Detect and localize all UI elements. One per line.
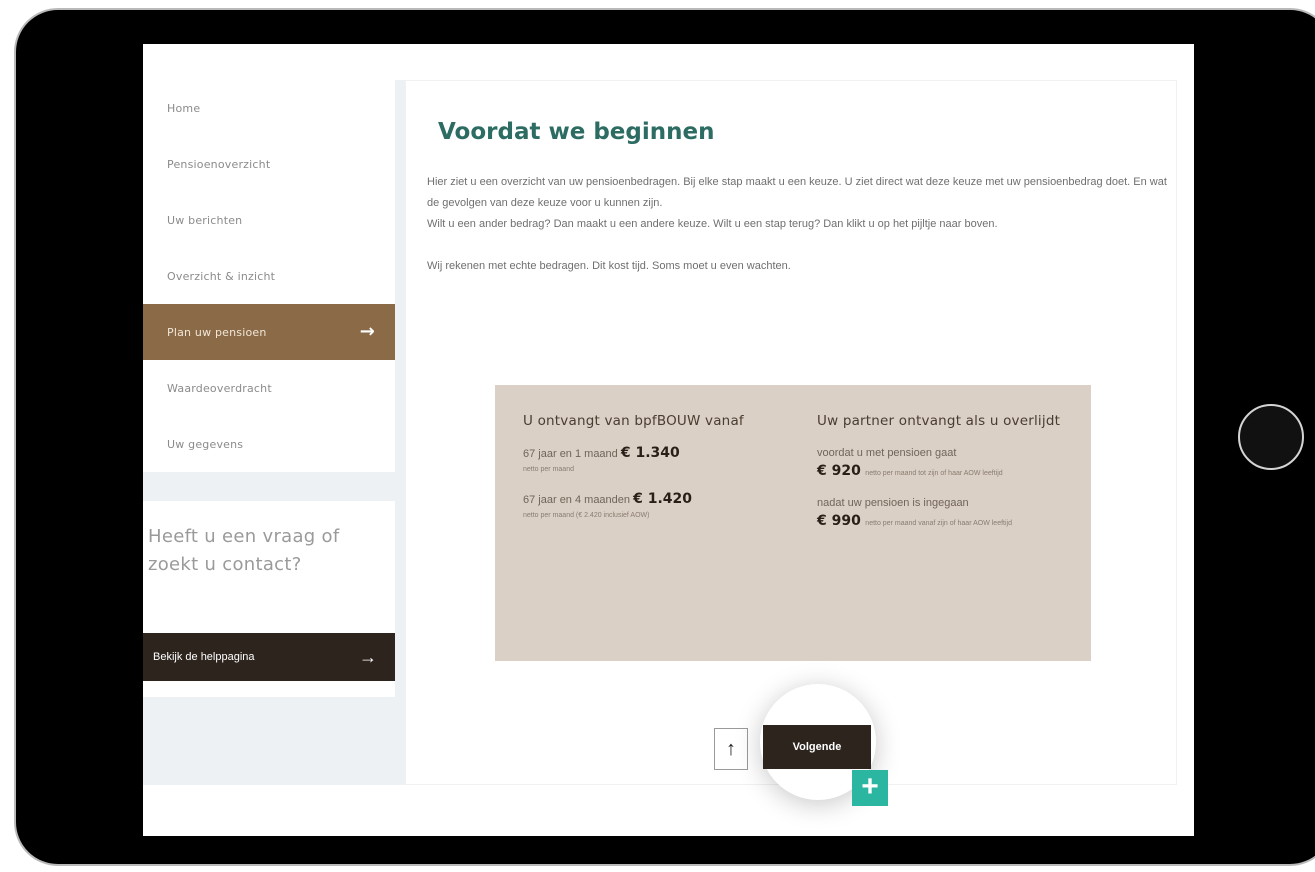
intro-paragraph: Wij rekenen met echte bedragen. Dit kost… — [427, 260, 791, 272]
pension-entry: nadat uw pensioen is ingegaan € 990 nett… — [817, 495, 1085, 531]
intro-text: Hier ziet u een overzicht van uw pensioe… — [427, 172, 1167, 277]
next-button-label: Volgende — [792, 741, 842, 753]
entry-line: € 990 netto per maand vanaf zijn of haar… — [817, 512, 1085, 531]
intro-paragraph: Wilt u een ander bedrag? Dan maakt u een… — [427, 218, 998, 230]
pension-entry: voordat u met pensioen gaat € 920 netto … — [817, 445, 1085, 481]
pension-entry: 67 jaar en 4 maanden € 1.420 netto per m… — [523, 491, 778, 523]
entry-amount: € 920 — [817, 463, 861, 479]
screen: Home Pensioenoverzicht Uw berichten Over… — [143, 44, 1194, 836]
entry-label: 67 jaar en 4 maanden — [523, 494, 631, 506]
sidebar-item-label: Plan uw pensioen — [167, 325, 267, 339]
sidebar-item-gegevens[interactable]: Uw gegevens — [143, 416, 395, 472]
plus-icon[interactable]: + — [852, 770, 888, 806]
entry-amount: € 1.420 — [633, 491, 692, 507]
pension-entry: 67 jaar en 1 maand € 1.340 netto per maa… — [523, 445, 778, 477]
back-up-button[interactable]: ↑ — [714, 728, 748, 770]
entry-line: 67 jaar en 4 maanden € 1.420 — [523, 491, 778, 509]
sidebar-item-label: Uw berichten — [167, 213, 243, 227]
help-page-button[interactable]: Bekijk de helppagina → — [143, 633, 395, 681]
entry-note: netto per maand (€ 2.420 inclusief AOW) — [523, 512, 650, 519]
arrow-right-icon: → — [359, 321, 375, 342]
sidebar-item-home[interactable]: Home — [143, 80, 395, 136]
sidebar-item-berichten[interactable]: Uw berichten — [143, 192, 395, 248]
entry-label: 67 jaar en 1 maand — [523, 448, 618, 460]
entry-note: netto per maand tot zijn of haar AOW lee… — [865, 470, 1003, 477]
entry-label: voordat u met pensioen gaat — [817, 447, 957, 459]
sidebar-item-label: Waardeoverdracht — [167, 381, 272, 395]
column-title: U ontvangt van bpfBOUW vanaf — [523, 413, 744, 429]
own-pension-column: U ontvangt van bpfBOUW vanaf 67 jaar en … — [523, 413, 778, 537]
pension-info-card: U ontvangt van bpfBOUW vanaf 67 jaar en … — [495, 385, 1091, 661]
sidebar-item-label: Home — [167, 101, 201, 115]
help-box: Heeft u een vraag of zoekt u contact? Be… — [143, 501, 395, 697]
entry-note: netto per maand vanaf zijn of haar AOW l… — [865, 520, 1012, 527]
entry-note: netto per maand — [523, 466, 574, 473]
entry-label: nadat uw pensioen is ingegaan — [817, 497, 969, 509]
sidebar-item-label: Overzicht & inzicht — [167, 269, 276, 283]
sidebar-item-overzicht-inzicht[interactable]: Overzicht & inzicht — [143, 248, 395, 304]
help-button-label: Bekijk de helppagina — [153, 651, 255, 663]
page-title: Voordat we beginnen — [438, 119, 715, 145]
entry-amount: € 1.340 — [620, 445, 680, 461]
entry-line: € 920 netto per maand tot zijn of haar A… — [817, 462, 1085, 481]
arrow-right-icon: → — [359, 647, 377, 667]
tablet-home-button — [1238, 404, 1304, 470]
sidebar-item-waardeoverdracht[interactable]: Waardeoverdracht — [143, 360, 395, 416]
main-content: Voordat we beginnen Hier ziet u een over… — [405, 80, 1177, 785]
entry-line: 67 jaar en 1 maand € 1.340 — [523, 445, 778, 463]
partner-pension-column: Uw partner ontvangt als u overlijdt voor… — [817, 413, 1085, 545]
entry-amount: € 990 — [817, 513, 861, 529]
sidebar-item-plan-pensioen[interactable]: Plan uw pensioen → — [143, 304, 395, 360]
column-title: Uw partner ontvangt als u overlijdt — [817, 413, 1061, 429]
sidebar: Home Pensioenoverzicht Uw berichten Over… — [143, 80, 405, 785]
help-title: Heeft u een vraag of zoekt u contact? — [148, 526, 340, 575]
next-button[interactable]: Volgende — [763, 725, 871, 769]
arrow-up-icon: ↑ — [726, 737, 736, 760]
sidebar-item-pensioenoverzicht[interactable]: Pensioenoverzicht — [143, 136, 395, 192]
sidebar-item-label: Pensioenoverzicht — [167, 157, 271, 171]
sidebar-nav: Home Pensioenoverzicht Uw berichten Over… — [143, 80, 395, 472]
sidebar-item-label: Uw gegevens — [167, 437, 244, 451]
intro-paragraph: Hier ziet u een overzicht van uw pensioe… — [427, 176, 1167, 209]
